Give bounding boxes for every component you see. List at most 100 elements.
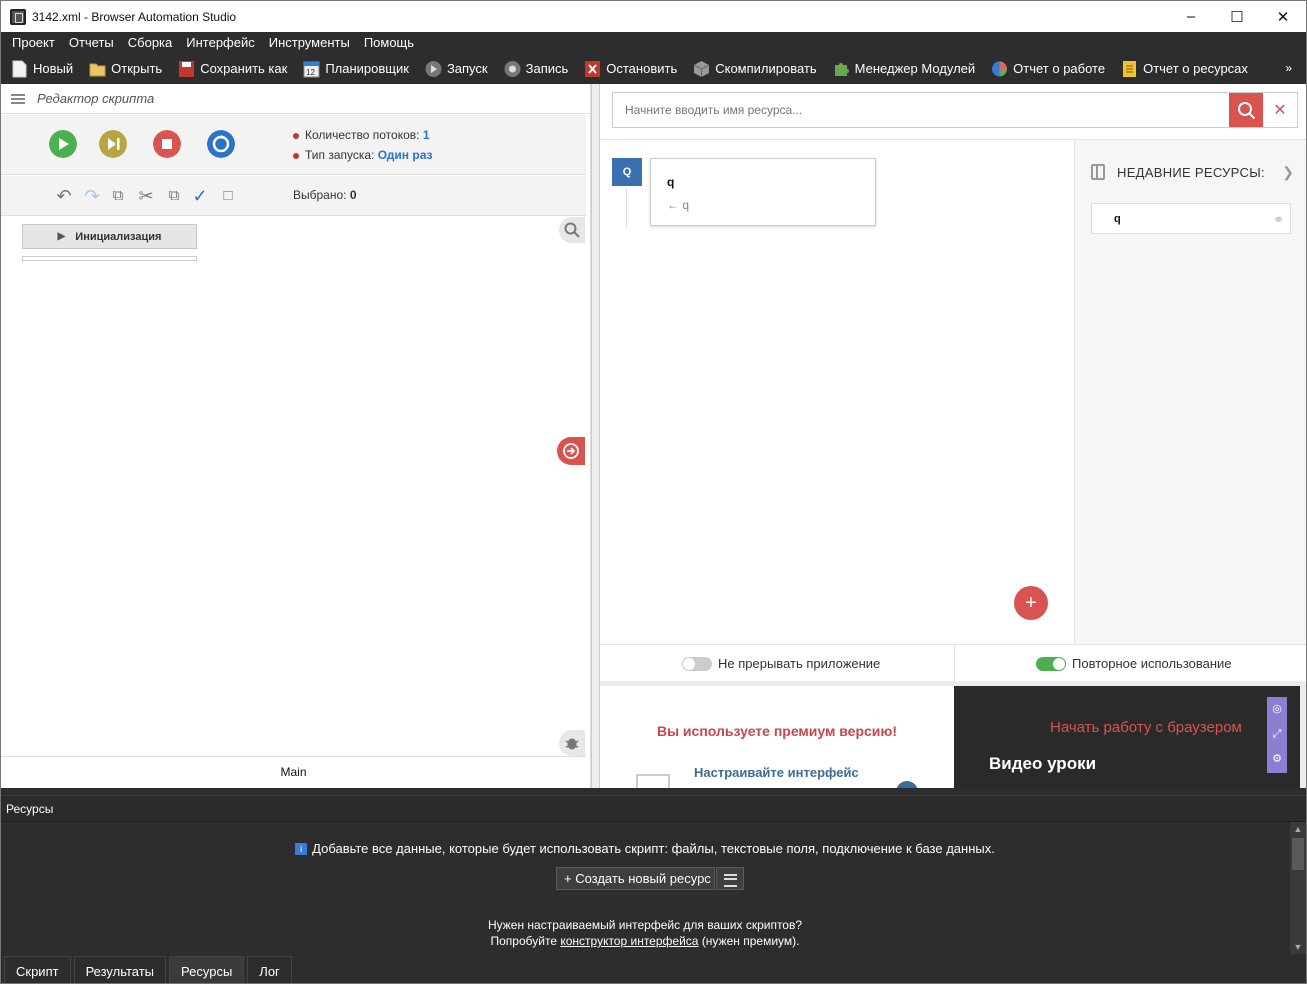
resources-canvas: Q q ← q +	[600, 140, 1074, 644]
close-icon[interactable]: ✕	[1260, 1, 1306, 32]
resource-report-button[interactable]: Отчет о ресурсах	[1121, 60, 1248, 78]
resource-badge[interactable]: Q	[612, 158, 642, 186]
app-window: 3142.xml - Browser Automation Studio – ☐…	[0, 0, 1307, 984]
new-label: Новый	[33, 61, 74, 76]
step-forward-icon[interactable]	[99, 130, 127, 158]
init-block-label: Инициализация	[75, 230, 162, 243]
menu-build[interactable]: Сборка	[128, 35, 173, 50]
tab-resources[interactable]: Ресурсы	[169, 956, 245, 983]
window-title: 3142.xml - Browser Automation Studio	[32, 9, 237, 24]
run-button[interactable]: Запуск	[425, 60, 488, 78]
customize-link[interactable]: Настраивайте интерфейс	[694, 765, 859, 780]
tab-script[interactable]: Скрипт	[4, 956, 71, 983]
clear-search-icon[interactable]: ✕	[1263, 93, 1297, 127]
resource-report-label: Отчет о ресурсах	[1143, 61, 1248, 76]
modules-label: Менеджер Модулей	[854, 61, 976, 76]
gear-icon[interactable]: ⚙	[1267, 747, 1287, 772]
reuse-toggle[interactable]	[1036, 656, 1066, 671]
paste-icon[interactable]: ⧉	[163, 186, 185, 206]
promo-pre: Попробуйте	[490, 934, 558, 948]
no-interrupt-toggle[interactable]	[682, 656, 712, 671]
recent-resource-item[interactable]: q ⚭	[1091, 203, 1291, 234]
threads-value[interactable]: 1	[423, 128, 430, 142]
title-bar: 3142.xml - Browser Automation Studio – ☐…	[1, 1, 1306, 32]
reuse-option[interactable]: Повторное использование	[1036, 645, 1232, 682]
sign-in-icon[interactable]	[557, 437, 585, 465]
notepad-icon	[1123, 60, 1137, 77]
scroll-up-icon[interactable]: ▲	[1290, 822, 1306, 836]
stop-icon[interactable]	[153, 130, 181, 158]
stop-button[interactable]: Остановить	[584, 60, 677, 78]
recent-resources-panel: НЕДАВНИЕ РЕСУРСЫ: ❯ q ⚭	[1074, 140, 1306, 644]
create-resource-button[interactable]: + Создать новый ресурс	[556, 867, 715, 890]
toolbar-overflow-icon[interactable]: »	[1285, 61, 1292, 75]
expand-icon[interactable]: ⤢	[1267, 722, 1287, 747]
no-interrupt-option[interactable]: Не прерывать приложение	[682, 645, 880, 682]
resource-search-input[interactable]	[613, 93, 1213, 127]
compile-button[interactable]: Скомпилировать	[693, 60, 817, 78]
stop-icon	[585, 60, 601, 77]
resource-options: Не прерывать приложение Повторное исполь…	[600, 644, 1306, 682]
menu-reports[interactable]: Отчеты	[69, 35, 114, 50]
redo-icon[interactable]: ↷	[81, 186, 103, 206]
browser-preview: Вы используете премиум версию! Настраива…	[600, 681, 1306, 793]
tab-results[interactable]: Результаты	[73, 956, 167, 983]
launch-value[interactable]: Один раз	[378, 148, 433, 162]
restart-icon[interactable]	[207, 130, 235, 158]
menu-project[interactable]: Проект	[12, 35, 55, 50]
menu-tools[interactable]: Инструменты	[269, 35, 350, 50]
main-function-tab[interactable]: Main	[1, 756, 586, 787]
puzzle-icon	[834, 62, 849, 76]
link-icon[interactable]: ⚭	[1273, 212, 1284, 228]
script-canvas[interactable]: ▶ Инициализация	[1, 217, 586, 756]
record-button[interactable]: Запись	[504, 60, 568, 78]
menu-bar: Проект Отчеты Сборка Интерфейс Инструмен…	[1, 32, 1306, 53]
hamburger-menu-icon[interactable]	[11, 93, 25, 104]
init-block-body[interactable]	[22, 256, 197, 261]
threads-label: Количество потоков:	[305, 128, 420, 142]
copy-icon[interactable]: ⧉	[107, 186, 129, 206]
modules-button[interactable]: Менеджер Модулей	[833, 60, 975, 78]
play-icon[interactable]	[49, 130, 77, 158]
scheduler-button[interactable]: 12 Планировщик	[303, 60, 409, 78]
resources-hint: i Добавьте все данные, которые будет испо…	[1, 841, 1289, 856]
new-button[interactable]: Новый	[11, 60, 73, 78]
wifi-icon[interactable]: ◎	[1267, 697, 1287, 722]
debug-bug-icon[interactable]	[559, 730, 585, 756]
selected-label: Выбрано:	[293, 188, 347, 202]
expand-icon[interactable]: ▶	[58, 231, 66, 242]
resource-source: ← q	[667, 198, 690, 212]
svg-text:12: 12	[306, 68, 315, 77]
sidebar-panel-icon[interactable]	[1091, 164, 1105, 180]
pane-splitter[interactable]	[591, 84, 600, 788]
resource-card[interactable]: q ← q	[650, 158, 876, 226]
premium-panel: Вы используете премиум версию! Настраива…	[600, 686, 954, 793]
interface-builder-link[interactable]: конструктор интерфейса	[560, 934, 698, 948]
scroll-down-icon[interactable]: ▼	[1290, 940, 1306, 954]
chevron-right-icon[interactable]: ❯	[1282, 164, 1294, 181]
add-resource-button[interactable]: +	[1014, 586, 1048, 620]
hamburger-menu-icon[interactable]	[715, 867, 744, 890]
edit-actions: ↶ ↷ ⧉ ✂ ⧉ ✓ □ Выбрано: 0	[1, 176, 586, 216]
init-block[interactable]: ▶ Инициализация	[22, 224, 197, 249]
menu-help[interactable]: Помощь	[364, 35, 414, 50]
undo-icon[interactable]: ↶	[53, 186, 75, 206]
open-button[interactable]: Открыть	[89, 60, 162, 78]
tab-log[interactable]: Лог	[247, 956, 292, 983]
start-browser-link[interactable]: Начать работу с браузером	[1050, 719, 1242, 736]
scroll-thumb[interactable]	[1292, 838, 1304, 870]
dock-scrollbar[interactable]: ▲ ▼	[1290, 822, 1306, 954]
menu-interface[interactable]: Интерфейс	[186, 35, 254, 50]
threads-info: Количество потоков: 1	[293, 128, 430, 142]
promo-post: (нужен премиум).	[701, 934, 800, 948]
work-report-button[interactable]: Отчет о работе	[991, 60, 1105, 78]
search-icon[interactable]	[559, 217, 585, 243]
check-all-icon[interactable]: ✓	[189, 186, 211, 206]
save-as-button[interactable]: Сохранить как	[178, 60, 287, 78]
maximize-icon[interactable]: ☐	[1214, 1, 1260, 32]
selected-value: 0	[349, 188, 357, 202]
minimize-icon[interactable]: –	[1168, 1, 1214, 32]
select-area-icon[interactable]: □	[217, 186, 239, 206]
cut-icon[interactable]: ✂	[135, 186, 157, 206]
search-button[interactable]	[1229, 93, 1263, 127]
